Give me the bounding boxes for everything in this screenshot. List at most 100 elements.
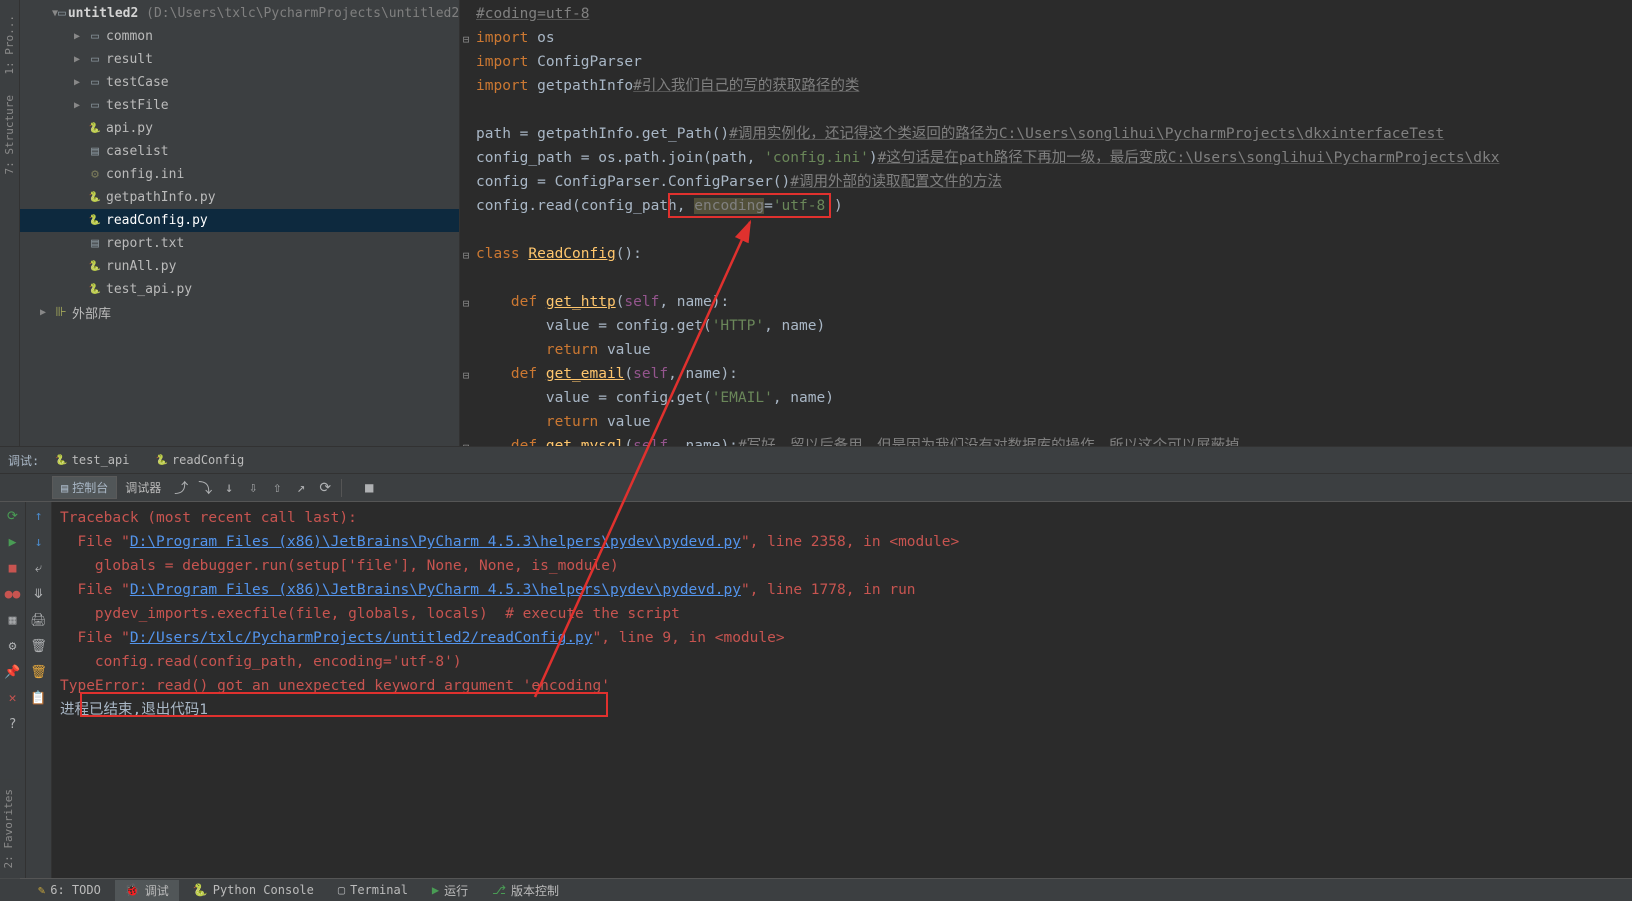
chevron-right-icon[interactable]: ▶ [74, 100, 86, 111]
up-icon[interactable]: ↑ [29, 506, 49, 526]
vcs-icon: ⎇ [492, 883, 506, 897]
console-toolbar: ↑ ↓ ⤶ ⤋ 🖨 🗑 🗑 📋 [26, 502, 52, 878]
chevron-right-icon[interactable]: ▶ [74, 54, 86, 65]
console-output[interactable]: Traceback (most recent call last): File … [52, 502, 1632, 878]
step-out-icon[interactable]: ⤴ [169, 476, 193, 500]
text-file-icon: ▤ [86, 236, 104, 251]
step-over-icon[interactable]: ⤵ [193, 476, 217, 500]
python-file-icon: 🐍 [86, 123, 104, 134]
copy-icon[interactable]: 📋 [29, 688, 49, 708]
print-icon[interactable]: 🖨 [29, 610, 49, 630]
python-file-icon: 🐍 [86, 284, 104, 295]
python-file-icon: 🐍 [86, 261, 104, 272]
debug-tab-test-api[interactable]: 🐍test_api [45, 449, 139, 471]
wrap-icon[interactable]: ⤶ [29, 558, 49, 578]
python-file-icon: 🐍 [86, 192, 104, 203]
chevron-right-icon[interactable]: ▶ [74, 77, 86, 88]
project-path: (D:\Users\txlc\PycharmProjects\untitled2… [146, 6, 460, 21]
vcs-tab[interactable]: ⎇版本控制 [482, 880, 569, 901]
pin-icon[interactable]: 📌 [3, 662, 23, 682]
console-tab[interactable]: ▤控制台 [52, 476, 117, 499]
bug-icon: 🐞 [125, 883, 140, 897]
debug-title: 调试: [8, 452, 39, 469]
file-link[interactable]: D:\Program Files (x86)\JetBrains\PyCharm… [130, 582, 741, 598]
tree-file[interactable]: 🐍test_api.py [20, 278, 459, 301]
tree-folder[interactable]: ▶▭result [20, 48, 459, 71]
file-link[interactable]: D:/Users/txlc/PycharmProjects/untitled2/… [130, 630, 593, 646]
layout-icon[interactable]: ▦ [3, 610, 23, 630]
stop-icon[interactable]: ■ [357, 476, 381, 500]
tree-folder[interactable]: ▶▭testFile [20, 94, 459, 117]
rerun-icon[interactable]: ⟳ [3, 506, 23, 526]
file-link[interactable]: D:\Program Files (x86)\JetBrains\PyCharm… [130, 534, 741, 550]
run-tab[interactable]: ▶运行 [422, 880, 478, 901]
settings-icon[interactable]: ⚙ [3, 636, 23, 656]
tree-folder[interactable]: ▶▭common [20, 25, 459, 48]
folder-icon: ▭ [58, 6, 66, 21]
folder-icon: ▭ [86, 75, 104, 90]
python-file-icon: 🐍 [86, 215, 104, 226]
bottom-status-bar: ✎6: TODO 🐞调试 🐍Python Console ▢Terminal ▶… [0, 878, 1632, 901]
python-icon: 🐍 [55, 455, 67, 466]
folder-icon: ▭ [86, 98, 104, 113]
down-icon[interactable]: ↓ [29, 532, 49, 552]
file-icon: ▤ [86, 144, 104, 159]
favorites-tab[interactable]: 2: Favorites [0, 779, 20, 878]
code-comment: #coding=utf-8 [476, 6, 590, 22]
sidebar-tab-structure[interactable]: 7: Structure [1, 85, 18, 184]
debug-tab-readconfig[interactable]: 🐍readConfig [145, 449, 254, 471]
fold-icon[interactable]: ⊟ [460, 362, 472, 386]
evaluate-icon[interactable]: ⟳ [313, 476, 337, 500]
chevron-right-icon[interactable]: ▶ [74, 31, 86, 42]
fold-icon[interactable]: ⊟ [460, 26, 472, 50]
step-into2-icon[interactable]: ⇩ [241, 476, 265, 500]
python-console-tab[interactable]: 🐍Python Console [183, 881, 324, 899]
chevron-right-icon[interactable]: ▶ [40, 307, 52, 318]
fold-icon[interactable]: ⊟ [460, 434, 472, 446]
project-tree[interactable]: ▼ ▭ untitled2 (D:\Users\txlc\PycharmProj… [20, 0, 460, 446]
project-name: untitled2 [68, 6, 138, 21]
tree-file[interactable]: ▤caselist [20, 140, 459, 163]
tree-file-selected[interactable]: 🐍readConfig.py [20, 209, 459, 232]
todo-tab[interactable]: ✎6: TODO [28, 881, 111, 899]
run-to-cursor-icon[interactable]: ↗ [289, 476, 313, 500]
external-libraries[interactable]: ▶⊪外部库 [20, 301, 459, 324]
folder-icon: ▭ [86, 52, 104, 67]
left-toolwindow-bar: 1: Pro... 7: Structure [0, 0, 20, 446]
close-icon[interactable]: ✕ [3, 688, 23, 708]
terminal-icon: ▢ [338, 883, 345, 897]
clear-icon[interactable]: 🗑 [29, 636, 49, 656]
step-into-icon[interactable]: ↓ [217, 476, 241, 500]
python-icon: 🐍 [155, 455, 167, 466]
config-file-icon: ⚙ [86, 167, 104, 182]
python-console-icon: 🐍 [193, 883, 208, 897]
tree-file[interactable]: 🐍runAll.py [20, 255, 459, 278]
library-icon: ⊪ [52, 305, 70, 320]
resume-icon[interactable]: ▶ [3, 532, 23, 552]
help-icon[interactable]: ? [3, 714, 23, 734]
annotation-highlight-box [80, 692, 608, 717]
filter-icon[interactable]: 🗑 [29, 662, 49, 682]
debugger-tab[interactable]: 调试器 [117, 477, 169, 498]
tree-folder[interactable]: ▶▭testCase [20, 71, 459, 94]
console-icon: ▤ [61, 481, 68, 495]
breakpoint-icon[interactable]: ●● [3, 584, 23, 604]
step-out2-icon[interactable]: ⇧ [265, 476, 289, 500]
debug-bottom-tab[interactable]: 🐞调试 [115, 880, 179, 901]
debug-panel: 调试: 🐍test_api 🐍readConfig ▤控制台 调试器 ⤴ ⤵ ↓… [0, 446, 1632, 878]
terminal-tab[interactable]: ▢Terminal [328, 881, 418, 899]
tree-file[interactable]: ▤report.txt [20, 232, 459, 255]
scroll-icon[interactable]: ⤋ [29, 584, 49, 604]
folder-icon: ▭ [86, 29, 104, 44]
stop-icon[interactable]: ■ [3, 558, 23, 578]
tree-root[interactable]: ▼ ▭ untitled2 (D:\Users\txlc\PycharmProj… [20, 2, 459, 25]
tree-file[interactable]: ⚙config.ini [20, 163, 459, 186]
fold-icon[interactable]: ⊟ [460, 242, 472, 266]
tree-file[interactable]: 🐍getpathInfo.py [20, 186, 459, 209]
fold-icon[interactable]: ⊟ [460, 290, 472, 314]
tree-file[interactable]: 🐍api.py [20, 117, 459, 140]
code-editor[interactable]: #coding=utf-8 ⊟import os import ConfigPa… [460, 0, 1632, 446]
run-icon: ▶ [432, 883, 439, 897]
sidebar-tab-project[interactable]: 1: Pro... [1, 5, 18, 85]
todo-icon: ✎ [38, 883, 45, 897]
